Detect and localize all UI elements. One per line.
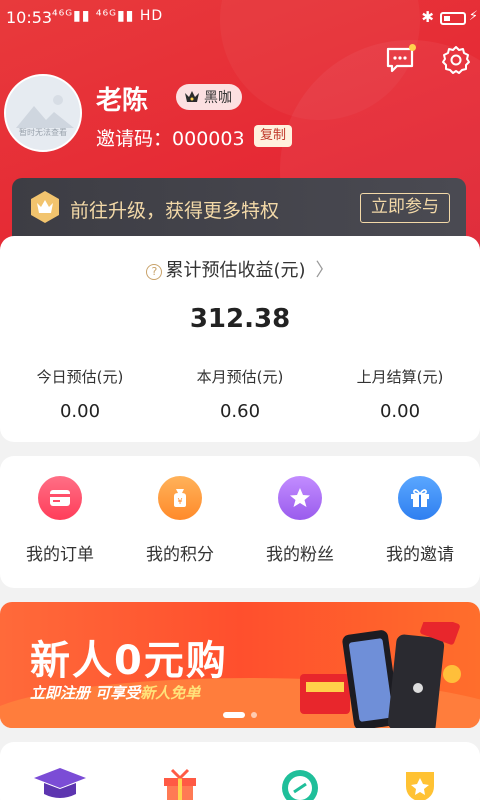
quick-menu-card: 我的订单 ¥ 我的积分 我的粉丝 我的邀请 [0, 456, 480, 588]
promo-banner[interactable]: 新人0元购 立即注册 可享受新人免单 [0, 602, 480, 728]
menu-label: 我的积分 [146, 545, 214, 565]
username: 老陈 [96, 86, 149, 116]
points-bag-icon: ¥ [158, 476, 202, 520]
banner-subtitle: 立即注册 可享受新人免单 [30, 682, 200, 703]
menu-label: 我的订单 [26, 545, 94, 565]
signal-indicator: ⁴⁶ᴳ▮▮ ⁴⁶ᴳ▮▮ HD [52, 8, 164, 24]
menu-item-points[interactable]: ¥ 我的积分 [120, 456, 240, 588]
invite-label: 邀请码： [96, 128, 173, 150]
invite-code-line: 邀请码：000003 [96, 124, 245, 151]
battery-icon [440, 12, 466, 25]
gear-icon [442, 46, 470, 74]
earnings-title-row[interactable]: ? 累计预估收益(元) 〉 [0, 256, 480, 282]
status-time: 10:53 [6, 8, 53, 27]
earnings-last-month: 上月结算(元) 0.00 [320, 366, 480, 422]
bottom-item-2[interactable] [120, 742, 240, 800]
earnings-col-label: 本月预估(元) [196, 368, 284, 386]
banner-title: 新人0元购 [30, 638, 228, 684]
menu-label: 我的邀请 [386, 545, 454, 565]
banner-subtitle-highlight: 新人免单 [140, 684, 201, 702]
bottom-item-4[interactable] [360, 742, 480, 800]
gift-icon [398, 476, 442, 520]
carousel-dot[interactable] [251, 712, 257, 718]
earnings-col-value: 0.60 [219, 401, 261, 422]
earnings-col-label: 今日预估(元) [36, 368, 124, 386]
earnings-col-value: 0.00 [379, 401, 421, 422]
link-icon [282, 770, 318, 800]
message-button[interactable] [382, 42, 418, 78]
menu-item-invites[interactable]: 我的邀请 [360, 456, 480, 588]
earnings-col-label: 上月结算(元) [356, 368, 444, 386]
crown-icon [185, 91, 199, 102]
vip-upgrade-text: 前往升级，获得更多特权 [70, 200, 280, 222]
status-bar: 10:53 ⁴⁶ᴳ▮▮ ⁴⁶ᴳ▮▮ HD ✱ ⚡ [0, 0, 480, 36]
menu-item-fans[interactable]: 我的粉丝 [240, 456, 360, 588]
avatar[interactable]: 暂时无法查看 [4, 74, 82, 152]
gift-box-icon [164, 768, 196, 800]
question-icon[interactable]: ? [146, 264, 163, 280]
invite-code: 000003 [172, 128, 245, 150]
graduation-cap-icon [34, 768, 86, 798]
menu-item-orders[interactable]: 我的订单 [0, 456, 120, 588]
settings-button[interactable] [438, 42, 474, 78]
vip-upgrade-bar[interactable]: 前往升级，获得更多特权 立即参与 [12, 178, 466, 242]
menu-label: 我的粉丝 [266, 545, 334, 565]
unread-dot [409, 44, 416, 51]
level-badge: 黑咖 [176, 84, 242, 110]
bluetooth-icon: ✱ [421, 8, 434, 26]
bottom-item-3[interactable] [240, 742, 360, 800]
carousel-dot-active[interactable] [223, 712, 245, 718]
copy-button[interactable]: 复制 [254, 125, 293, 147]
earnings-col-value: 0.00 [59, 401, 101, 422]
earnings-today: 今日预估(元) 0.00 [0, 366, 160, 422]
earnings-card: ? 累计预估收益(元) 〉 312.38 今日预估(元) 0.00 本月预估(元) … [0, 236, 480, 442]
join-now-button[interactable]: 立即参与 [360, 193, 450, 223]
star-icon [278, 476, 322, 520]
earnings-total: 312.38 [189, 304, 291, 334]
level-badge-label: 黑咖 [204, 90, 232, 106]
order-icon [38, 476, 82, 520]
avatar-caption: 暂时无法查看 [19, 128, 67, 137]
banner-subtitle-prefix: 立即注册 可享受 [30, 684, 141, 702]
crown-hexagon-icon [31, 191, 59, 223]
svg-text:¥: ¥ [177, 497, 182, 506]
badge-icon [406, 772, 434, 800]
earnings-title: 累计预估收益(元) [165, 260, 306, 281]
earnings-month: 本月预估(元) 0.60 [160, 366, 320, 422]
bottom-item-1[interactable] [0, 742, 120, 800]
bottom-menu-card [0, 742, 480, 800]
carousel-indicator[interactable] [0, 712, 480, 718]
chevron-right-icon: 〉 [315, 260, 334, 281]
charging-icon: ⚡ [468, 9, 478, 24]
